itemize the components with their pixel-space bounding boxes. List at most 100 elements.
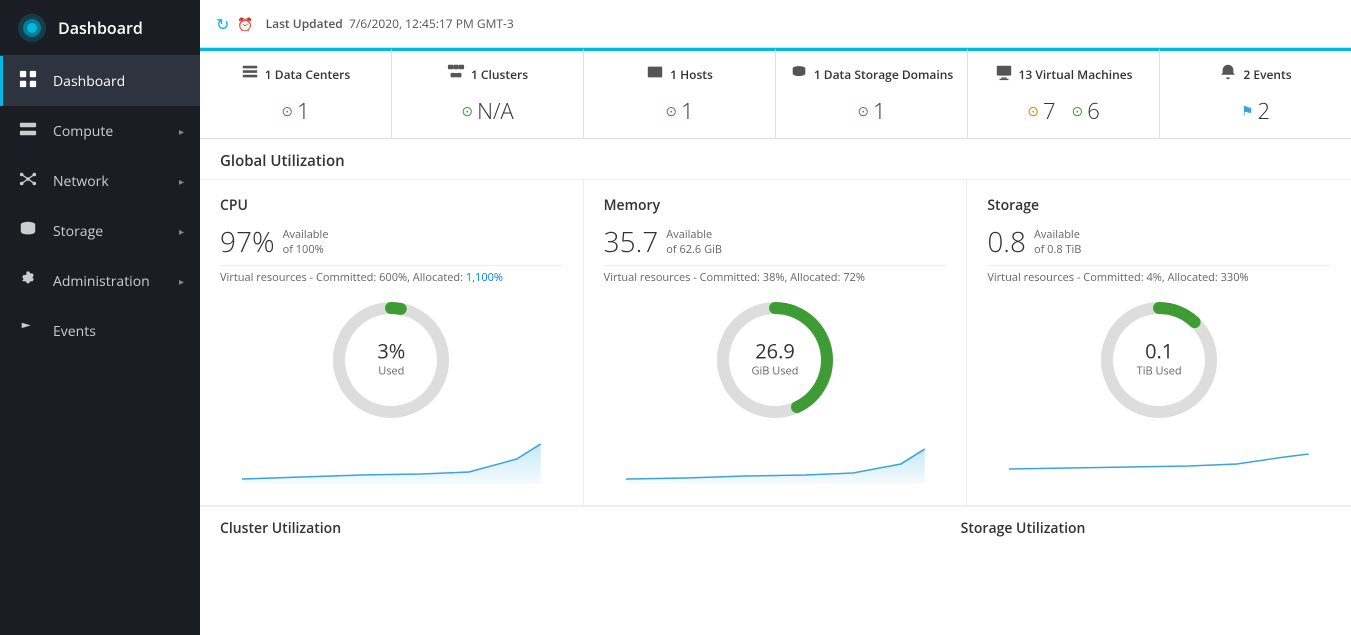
stat-card-storage-domains[interactable]: 1 Data Storage Domains ⊙ 1 bbox=[776, 48, 968, 138]
donut-label: 3% Used bbox=[377, 342, 405, 379]
util-sub-value: of 100% bbox=[283, 243, 329, 257]
stat-card-values: ⊙ 1 bbox=[281, 96, 309, 126]
sidebar-label-network: Network bbox=[53, 172, 179, 191]
main-scroll-area: Global Utilization CPU 97% Available of … bbox=[200, 139, 1351, 635]
sidebar-item-dashboard[interactable]: Dashboard bbox=[0, 56, 200, 106]
stat-card-values: ⊙ 1 bbox=[857, 96, 885, 126]
donut-value: 26.9 bbox=[752, 342, 799, 362]
util-committed: Virtual resources - Committed: 4%, Alloc… bbox=[987, 265, 1331, 285]
util-main-row: 0.8 Available of 0.8 TiB bbox=[987, 223, 1331, 261]
datacenter-icon bbox=[241, 63, 259, 86]
sidebar-label-compute: Compute bbox=[53, 122, 179, 141]
donut-area: 0.1 TiB Used bbox=[987, 285, 1331, 429]
cluster-icon bbox=[447, 63, 465, 86]
chevron-right-icon: ▸ bbox=[179, 174, 184, 188]
util-panel-cpu: CPU 97% Available of 100% Virtual resour… bbox=[200, 180, 584, 505]
sidebar-label-administration: Administration bbox=[53, 272, 179, 291]
sparkline-svg bbox=[230, 429, 553, 484]
sidebar-item-storage[interactable]: Storage ▸ bbox=[0, 206, 200, 256]
util-panel-memory: Memory 35.7 Available of 62.6 GiB Virtua… bbox=[584, 180, 968, 505]
util-sub-label: Available bbox=[1034, 228, 1081, 242]
global-utilization-title: Global Utilization bbox=[200, 139, 1351, 180]
util-sub: Available of 100% bbox=[283, 228, 329, 257]
storage-utilization-title: Storage Utilization bbox=[961, 519, 1331, 538]
util-panel-storage: Storage 0.8 Available of 0.8 TiB Virtual… bbox=[967, 180, 1351, 505]
sidebar-label-events: Events bbox=[53, 322, 184, 341]
cluster-utilization-title: Cluster Utilization bbox=[220, 519, 590, 538]
stat-card-label: 1 Hosts bbox=[670, 66, 713, 83]
stat-indicator: ⊙ bbox=[281, 102, 293, 121]
sparkline-svg bbox=[997, 429, 1321, 484]
util-sub: Available of 0.8 TiB bbox=[1034, 228, 1081, 257]
stat-indicator: ⊙ bbox=[1027, 102, 1039, 121]
stat-value-block: ⊙ 7 bbox=[1027, 96, 1055, 126]
stat-number: 2 bbox=[1258, 96, 1271, 126]
donut-label: 0.1 TiB Used bbox=[1137, 342, 1182, 379]
stat-card-header: 1 Data Centers bbox=[241, 63, 350, 86]
sidebar-item-network[interactable]: Network ▸ bbox=[0, 156, 200, 206]
stat-card-label: 2 Events bbox=[1243, 66, 1291, 83]
util-big-number: 0.8 bbox=[987, 223, 1026, 261]
stat-indicator: ⚑ bbox=[1241, 102, 1254, 121]
stat-indicator: ⊙ bbox=[461, 102, 473, 121]
util-sub-value: of 62.6 GiB bbox=[666, 243, 722, 257]
chevron-right-icon: ▸ bbox=[179, 124, 184, 138]
stat-card-events[interactable]: 2 Events ⚑ 2 bbox=[1160, 48, 1351, 138]
util-main-row: 97% Available of 100% bbox=[220, 223, 563, 261]
bell-icon bbox=[1219, 63, 1237, 86]
stat-card-hosts[interactable]: 1 Hosts ⊙ 1 bbox=[584, 48, 776, 138]
stat-number: 6 bbox=[1087, 96, 1100, 126]
stat-number: 1 bbox=[681, 96, 694, 126]
last-updated-label: Last Updated bbox=[266, 15, 343, 32]
stat-card-values: ⚑ 2 bbox=[1241, 96, 1270, 126]
stat-card-label: 1 Data Centers bbox=[265, 66, 350, 83]
stat-value-block: ⊙ N/A bbox=[461, 96, 513, 126]
sparkline-area bbox=[987, 429, 1331, 489]
stat-number: 1 bbox=[297, 96, 310, 126]
vm-icon bbox=[995, 63, 1013, 86]
donut-container: 3% Used bbox=[326, 295, 456, 425]
util-big-number: 97% bbox=[220, 223, 275, 261]
host-icon bbox=[646, 63, 664, 86]
ovirt-logo-icon bbox=[16, 12, 48, 44]
util-committed: Virtual resources - Committed: 600%, All… bbox=[220, 265, 563, 285]
refresh-icon[interactable]: ↻ bbox=[216, 13, 229, 35]
donut-area: 3% Used bbox=[220, 285, 563, 429]
sidebar: Dashboard Dashboard Compute ▸ Network ▸ … bbox=[0, 0, 200, 635]
gear-icon bbox=[19, 270, 41, 292]
util-sub-label: Available bbox=[666, 228, 722, 242]
stat-card-header: 2 Events bbox=[1219, 63, 1291, 86]
stat-card-data-centers[interactable]: 1 Data Centers ⊙ 1 bbox=[200, 48, 392, 138]
stat-card-header: 1 Hosts bbox=[646, 63, 713, 86]
sidebar-item-events[interactable]: Events bbox=[0, 306, 200, 356]
stats-cards-row: 1 Data Centers ⊙ 1 1 Clusters ⊙ N/A 1 Ho… bbox=[200, 48, 1351, 139]
donut-label: 26.9 GiB Used bbox=[752, 342, 799, 379]
committed-text: Virtual resources - Committed: 4%, Alloc… bbox=[987, 270, 1248, 285]
donut-value: 3% bbox=[377, 342, 405, 362]
util-big-number: 35.7 bbox=[604, 223, 659, 261]
stat-card-label: 1 Clusters bbox=[471, 66, 528, 83]
sidebar-item-compute[interactable]: Compute ▸ bbox=[0, 106, 200, 156]
stat-card-vms[interactable]: 13 Virtual Machines ⊙ 7 ⊙ 6 bbox=[968, 48, 1160, 138]
stat-card-values: ⊙ 7 ⊙ 6 bbox=[1027, 96, 1100, 126]
header-bar: ↻ ⏰ Last Updated 7/6/2020, 12:45:17 PM G… bbox=[200, 0, 1351, 48]
committed-text: Virtual resources - Committed: 38%, Allo… bbox=[604, 270, 865, 285]
stat-card-values: ⊙ 1 bbox=[665, 96, 693, 126]
storage-icon bbox=[790, 63, 808, 86]
stat-value-block: ⊙ 6 bbox=[1072, 96, 1100, 126]
stat-value-block: ⚑ 2 bbox=[1241, 96, 1270, 126]
stat-indicator: ⊙ bbox=[665, 102, 677, 121]
server-icon bbox=[19, 120, 41, 142]
stat-card-values: ⊙ N/A bbox=[461, 96, 513, 126]
util-sub-label: Available bbox=[283, 228, 329, 242]
network-icon bbox=[19, 170, 41, 192]
util-committed: Virtual resources - Committed: 38%, Allo… bbox=[604, 265, 947, 285]
donut-area: 26.9 GiB Used bbox=[604, 285, 947, 429]
sidebar-item-administration[interactable]: Administration ▸ bbox=[0, 256, 200, 306]
stat-number: 7 bbox=[1043, 96, 1056, 126]
allocated-link[interactable]: 1,100% bbox=[466, 270, 503, 285]
donut-value: 0.1 bbox=[1137, 342, 1182, 362]
sparkline-area bbox=[604, 429, 947, 489]
stat-card-clusters[interactable]: 1 Clusters ⊙ N/A bbox=[392, 48, 584, 138]
util-main-row: 35.7 Available of 62.6 GiB bbox=[604, 223, 947, 261]
